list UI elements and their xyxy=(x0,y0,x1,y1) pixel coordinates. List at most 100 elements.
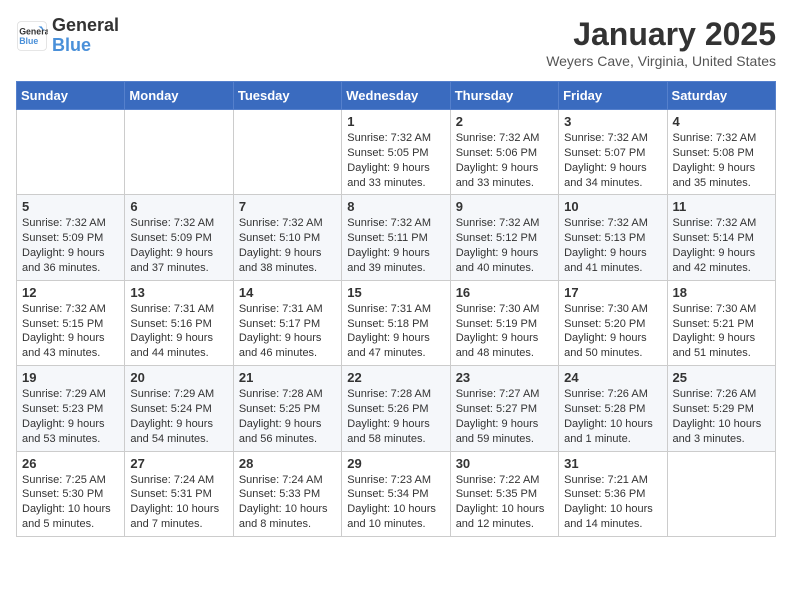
day-info: Daylight: 9 hours and 50 minutes. xyxy=(564,331,661,361)
calendar-cell: 30Sunrise: 7:22 AMSunset: 5:35 PMDayligh… xyxy=(450,451,558,536)
day-info: Daylight: 9 hours and 37 minutes. xyxy=(130,246,227,276)
calendar-cell: 17Sunrise: 7:30 AMSunset: 5:20 PMDayligh… xyxy=(559,280,667,365)
day-info: Daylight: 9 hours and 41 minutes. xyxy=(564,246,661,276)
calendar-cell: 23Sunrise: 7:27 AMSunset: 5:27 PMDayligh… xyxy=(450,366,558,451)
logo-general: General xyxy=(52,16,119,36)
day-info: Daylight: 9 hours and 38 minutes. xyxy=(239,246,336,276)
day-info: Sunset: 5:08 PM xyxy=(673,146,770,161)
day-number: 14 xyxy=(239,285,336,300)
calendar-week-row: 5Sunrise: 7:32 AMSunset: 5:09 PMDaylight… xyxy=(17,195,776,280)
calendar-cell: 13Sunrise: 7:31 AMSunset: 5:16 PMDayligh… xyxy=(125,280,233,365)
day-number: 23 xyxy=(456,370,553,385)
calendar-cell: 24 Sunrise: 7:26 AMSunset: 5:28 PMDayligh… xyxy=(559,366,667,451)
day-info: Daylight: 9 hours and 54 minutes. xyxy=(130,417,227,447)
day-info: Daylight: 9 hours and 40 minutes. xyxy=(456,246,553,276)
calendar-week-row: 26Sunrise: 7:25 AMSunset: 5:30 PMDayligh… xyxy=(17,451,776,536)
day-info: Sunset: 5:11 PM xyxy=(347,231,444,246)
day-info: Daylight: 9 hours and 42 minutes. xyxy=(673,246,770,276)
day-number: 6 xyxy=(130,199,227,214)
calendar-cell: 26 Sunrise: 7:25 AMSunset: 5:30 PMDayligh… xyxy=(17,451,125,536)
day-number: 25 xyxy=(673,370,770,385)
day-info: Sunrise: 7:32 AM xyxy=(456,131,553,146)
day-info: Daylight: 9 hours and 47 minutes. xyxy=(347,331,444,361)
day-info: Sunrise: 7:21 AM xyxy=(564,473,661,488)
calendar-cell: 12Sunrise: 7:32 AMSunset: 5:15 PMDayligh… xyxy=(17,280,125,365)
calendar-cell xyxy=(125,110,233,195)
day-info: Sunset: 5:30 PM xyxy=(22,487,119,502)
day-info: Sunrise: 7:32 AM xyxy=(130,216,227,231)
day-info: Daylight: 9 hours and 33 minutes. xyxy=(456,161,553,191)
day-info: Daylight: 9 hours and 39 minutes. xyxy=(347,246,444,276)
day-info: Daylight: 9 hours and 35 minutes. xyxy=(673,161,770,191)
calendar-cell xyxy=(667,451,775,536)
day-info: Sunset: 5:07 PM xyxy=(564,146,661,161)
day-info: Sunrise: 7:22 AM xyxy=(456,473,553,488)
day-info: Sunset: 5:24 PM xyxy=(130,402,227,417)
day-info: Daylight: 9 hours and 44 minutes. xyxy=(130,331,227,361)
calendar-cell xyxy=(233,110,341,195)
day-info: Sunrise: 7:32 AM xyxy=(564,131,661,146)
calendar-cell: 18Sunrise: 7:30 AMSunset: 5:21 PMDayligh… xyxy=(667,280,775,365)
day-number: 9 xyxy=(456,199,553,214)
day-info: Sunrise: 7:25 AM xyxy=(22,473,119,488)
calendar-cell: 10 Sunrise: 7:32 AMSunset: 5:13 PMDayligh… xyxy=(559,195,667,280)
day-number: 3 xyxy=(564,114,661,129)
day-info: Sunset: 5:05 PM xyxy=(347,146,444,161)
day-info: Sunset: 5:21 PM xyxy=(673,317,770,332)
title-area: January 2025 Weyers Cave, Virginia, Unit… xyxy=(546,16,776,69)
weekday-header: Monday xyxy=(125,82,233,110)
calendar-cell: 1Sunrise: 7:32 AMSunset: 5:05 PMDaylight… xyxy=(342,110,450,195)
day-info: Sunrise: 7:32 AM xyxy=(347,131,444,146)
day-info: Daylight: 10 hours and 1 minute. xyxy=(564,417,661,447)
day-info: Sunset: 5:34 PM xyxy=(347,487,444,502)
day-info: Sunrise: 7:30 AM xyxy=(456,302,553,317)
day-info: Daylight: 10 hours and 5 minutes. xyxy=(22,502,119,532)
day-info: Daylight: 9 hours and 58 minutes. xyxy=(347,417,444,447)
day-info: Sunrise: 7:27 AM xyxy=(456,387,553,402)
day-info: Sunset: 5:36 PM xyxy=(564,487,661,502)
day-info: Daylight: 10 hours and 8 minutes. xyxy=(239,502,336,532)
day-info: Sunrise: 7:24 AM xyxy=(130,473,227,488)
day-info: Sunset: 5:13 PM xyxy=(564,231,661,246)
day-info: Sunrise: 7:32 AM xyxy=(564,216,661,231)
day-number: 8 xyxy=(347,199,444,214)
day-info: Daylight: 9 hours and 56 minutes. xyxy=(239,417,336,447)
day-info: Sunrise: 7:32 AM xyxy=(22,216,119,231)
day-number: 31 xyxy=(564,456,661,471)
day-info: Daylight: 9 hours and 59 minutes. xyxy=(456,417,553,447)
day-info: Sunset: 5:28 PM xyxy=(564,402,661,417)
day-info: Daylight: 10 hours and 10 minutes. xyxy=(347,502,444,532)
day-number: 4 xyxy=(673,114,770,129)
calendar-cell: 21Sunrise: 7:28 AMSunset: 5:25 PMDayligh… xyxy=(233,366,341,451)
day-number: 19 xyxy=(22,370,119,385)
calendar-cell: 16Sunrise: 7:30 AMSunset: 5:19 PMDayligh… xyxy=(450,280,558,365)
calendar-cell: 22Sunrise: 7:28 AMSunset: 5:26 PMDayligh… xyxy=(342,366,450,451)
day-info: Sunrise: 7:32 AM xyxy=(673,131,770,146)
day-info: Sunrise: 7:29 AM xyxy=(130,387,227,402)
day-info: Daylight: 10 hours and 14 minutes. xyxy=(564,502,661,532)
weekday-header: Sunday xyxy=(17,82,125,110)
calendar-cell: 28Sunrise: 7:24 AMSunset: 5:33 PMDayligh… xyxy=(233,451,341,536)
weekday-header: Friday xyxy=(559,82,667,110)
svg-text:Blue: Blue xyxy=(19,36,38,46)
weekday-header-row: SundayMondayTuesdayWednesdayThursdayFrid… xyxy=(17,82,776,110)
day-number: 16 xyxy=(456,285,553,300)
day-number: 24 xyxy=(564,370,661,385)
calendar-cell: 5Sunrise: 7:32 AMSunset: 5:09 PMDaylight… xyxy=(17,195,125,280)
day-info: Daylight: 10 hours and 3 minutes. xyxy=(673,417,770,447)
logo: General Blue General Blue xyxy=(16,16,119,56)
day-info: Sunrise: 7:26 AM xyxy=(564,387,661,402)
day-number: 13 xyxy=(130,285,227,300)
day-info: Sunset: 5:09 PM xyxy=(130,231,227,246)
day-number: 28 xyxy=(239,456,336,471)
day-number: 10 xyxy=(564,199,661,214)
day-info: Sunrise: 7:28 AM xyxy=(239,387,336,402)
day-info: Daylight: 9 hours and 34 minutes. xyxy=(564,161,661,191)
day-info: Sunrise: 7:32 AM xyxy=(673,216,770,231)
logo-icon: General Blue xyxy=(16,20,48,52)
day-info: Sunset: 5:31 PM xyxy=(130,487,227,502)
day-info: Sunrise: 7:31 AM xyxy=(239,302,336,317)
day-number: 26 xyxy=(22,456,119,471)
day-info: Sunrise: 7:30 AM xyxy=(673,302,770,317)
calendar-cell: 15Sunrise: 7:31 AMSunset: 5:18 PMDayligh… xyxy=(342,280,450,365)
